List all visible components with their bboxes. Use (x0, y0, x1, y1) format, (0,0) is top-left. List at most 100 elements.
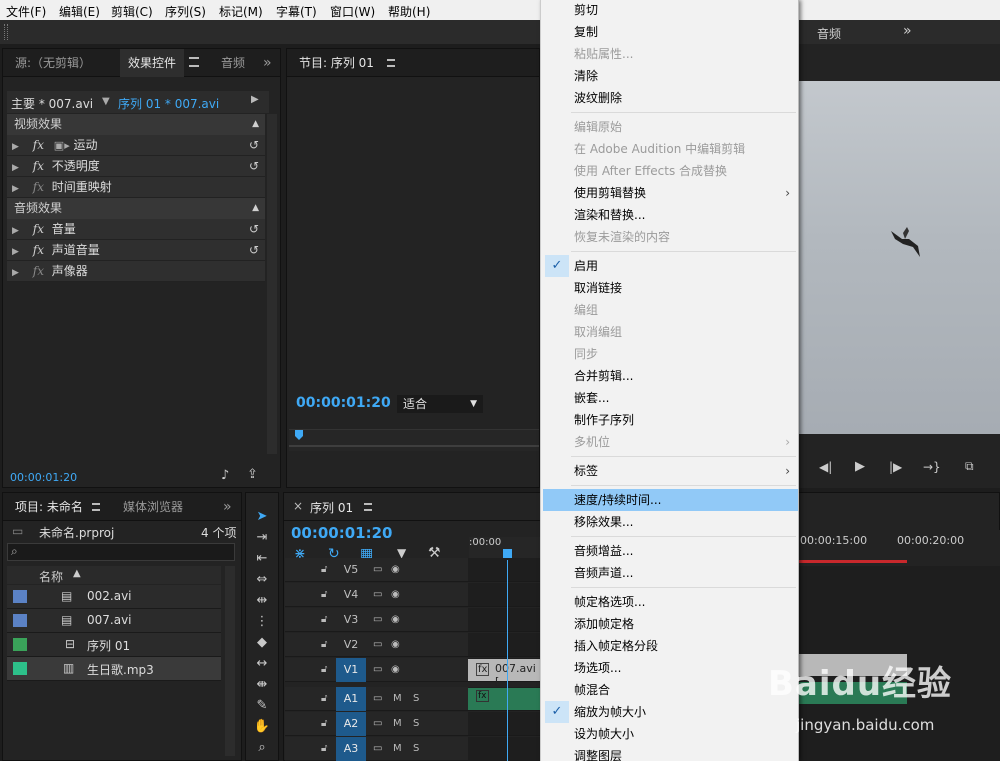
solo-button[interactable]: S (413, 737, 419, 761)
context-menu-item[interactable]: 调整图层 (543, 745, 798, 761)
program-timecode[interactable]: 00:00:01:20 (296, 395, 391, 411)
context-menu-item[interactable]: 使用剪辑替换 › (543, 182, 798, 204)
effect-scrollbar[interactable] (267, 114, 277, 454)
fx-badge[interactable]: fx (476, 663, 490, 676)
context-menu-item[interactable]: 嵌套... (543, 387, 798, 409)
audio-track-lane[interactable]: fx (468, 687, 540, 711)
expand-triangle-icon[interactable]: ▶ (12, 163, 19, 173)
effect-timecode[interactable]: 00:00:01:20 (10, 471, 77, 484)
context-menu-item[interactable]: 添加帧定格 (543, 613, 798, 635)
toggle-sync-icon[interactable]: ▭ (373, 712, 382, 736)
tab-source[interactable]: 源:（无剪辑） (7, 49, 99, 77)
context-menu-item[interactable]: 合并剪辑... (543, 365, 798, 387)
context-menu-item[interactable]: 取消编组 (543, 321, 798, 343)
menu-window[interactable]: 窗口(W) (330, 3, 375, 20)
export-frame-icon[interactable]: ⧉ (965, 459, 974, 474)
play-icon[interactable]: ▶ (855, 459, 865, 474)
track-name[interactable]: V5 (336, 558, 366, 582)
eye-icon[interactable]: ◉ (391, 608, 400, 632)
effect-row-motion[interactable]: ▶ fx ▣▸ 运动 ↺ (7, 135, 265, 156)
track-select-tool-icon[interactable]: ⇥ (251, 528, 273, 548)
context-menu-item[interactable]: 剪切 (543, 0, 798, 21)
project-item-row[interactable]: ⊟ 序列 01 (7, 633, 221, 657)
fit-dropdown[interactable]: 适合 ▼ (397, 395, 483, 413)
program-ruler[interactable] (289, 429, 539, 451)
panel-menu-icon[interactable] (92, 503, 100, 511)
context-menu-item[interactable]: 渲染和替换... (543, 204, 798, 226)
panel-menu-icon[interactable] (189, 57, 199, 67)
master-clip-label[interactable]: 主要 * 007.avi (11, 95, 93, 112)
track-name[interactable]: V2 (336, 633, 366, 657)
project-item-row[interactable]: ▤ 007.avi (7, 609, 221, 633)
eye-icon[interactable]: ◉ (391, 658, 400, 682)
reset-icon[interactable]: ↺ (249, 219, 259, 240)
context-menu-item[interactable]: 帧混合 (543, 679, 798, 701)
track-name[interactable]: V4 (336, 583, 366, 607)
toggle-sync-icon[interactable]: ▭ (373, 658, 382, 682)
chevron-down-icon[interactable]: ▼ (102, 96, 110, 107)
toggle-sync-icon[interactable]: ▭ (373, 558, 382, 582)
context-menu-item[interactable]: 编辑原始 (543, 116, 798, 138)
selection-tool-icon[interactable]: ➤ (251, 507, 273, 527)
eye-icon[interactable]: ◉ (391, 558, 400, 582)
lock-icon[interactable]: 🔓︎ (321, 608, 327, 632)
mute-button[interactable]: M (393, 687, 402, 711)
fx-icon[interactable]: fx (33, 222, 44, 236)
tab-project[interactable]: 项目: 未命名 (7, 493, 91, 521)
label-color-swatch[interactable] (13, 662, 27, 675)
step-back-icon[interactable]: ◀| (819, 460, 832, 474)
expand-triangle-icon[interactable]: ▶ (12, 247, 19, 257)
menu-help[interactable]: 帮助(H) (388, 3, 430, 20)
fx-badge[interactable]: fx (476, 690, 489, 702)
rate-stretch-tool-icon[interactable]: ⇹ (251, 591, 273, 611)
tab-audio[interactable]: 音频 (213, 49, 253, 77)
context-menu-item[interactable]: 编组 (543, 299, 798, 321)
context-menu-item[interactable]: 移除效果... (543, 511, 798, 533)
audio-track-header[interactable]: 🔓︎ A3 ▭ M S (285, 737, 468, 761)
slip-tool-icon[interactable]: ↔ (251, 654, 273, 674)
context-menu-item[interactable]: ✓ 缩放为帧大小 (543, 701, 798, 723)
context-menu-item[interactable]: 设为帧大小 (543, 723, 798, 745)
close-icon[interactable]: × (293, 499, 303, 513)
timeline-timecode[interactable]: 00:00:01:20 (291, 524, 393, 542)
effect-row-time-remap[interactable]: ▶ fx 时间重映射 (7, 177, 265, 198)
video-track-header[interactable]: 🔓︎ V2 ▭ ◉ (285, 633, 468, 657)
expand-triangle-icon[interactable]: ▶ (12, 268, 19, 278)
program-title[interactable]: 节目: 序列 01 (291, 49, 382, 77)
context-menu-item[interactable]: 清除 (543, 65, 798, 87)
context-menu-item[interactable]: 标签 › (543, 460, 798, 482)
play-triangle-icon[interactable]: ▶ (251, 94, 259, 105)
audio-track-header[interactable]: 🔓︎ A2 ▭ M S (285, 712, 468, 736)
lock-icon[interactable]: 🔓︎ (321, 633, 327, 657)
project-item-row[interactable]: ▥ 生日歌.mp3 (7, 657, 221, 681)
mute-button[interactable]: M (393, 737, 402, 761)
project-scrollbar[interactable] (225, 566, 235, 756)
timeline-title[interactable]: 序列 01 (310, 499, 353, 516)
context-menu-item[interactable]: 帧定格选项... (543, 591, 798, 613)
toggle-sync-icon[interactable]: ▭ (373, 633, 382, 657)
audio-track-lane[interactable] (468, 712, 540, 736)
video-track-header[interactable]: 🔓︎ V3 ▭ ◉ (285, 608, 468, 632)
lock-icon[interactable]: 🔓︎ (321, 687, 327, 711)
collapse-icon[interactable]: ▲ (252, 114, 259, 135)
video-track-lane[interactable] (468, 583, 540, 607)
video-track-header[interactable]: 🔓︎ V5 ▭ ◉ (285, 558, 468, 582)
context-menu-item[interactable]: 波纹删除 (543, 87, 798, 109)
project-item-row[interactable]: ▤ 002.avi (7, 585, 221, 609)
menu-file[interactable]: 文件(F) (6, 3, 46, 20)
context-menu-item[interactable]: 复制 (543, 21, 798, 43)
mute-button[interactable]: M (393, 712, 402, 736)
expand-triangle-icon[interactable]: ▶ (12, 184, 19, 194)
menu-sequence[interactable]: 序列(S) (165, 3, 206, 20)
lock-icon[interactable]: 🔓︎ (321, 583, 327, 607)
toggle-sync-icon[interactable]: ▭ (373, 687, 382, 711)
video-track-header[interactable]: 🔓︎ V1 ▭ ◉ (285, 658, 468, 682)
audio-track-lane[interactable] (468, 737, 540, 761)
menu-edit[interactable]: 编辑(E) (59, 3, 100, 20)
collapse-icon[interactable]: ▲ (252, 198, 259, 219)
track-name[interactable]: A1 (336, 687, 366, 711)
track-name[interactable]: V3 (336, 608, 366, 632)
context-menu-item[interactable]: 在 Adobe Audition 中编辑剪辑 (543, 138, 798, 160)
context-menu-item[interactable]: 场选项... (543, 657, 798, 679)
workspace-tab-audio[interactable]: 音频 (817, 25, 841, 42)
